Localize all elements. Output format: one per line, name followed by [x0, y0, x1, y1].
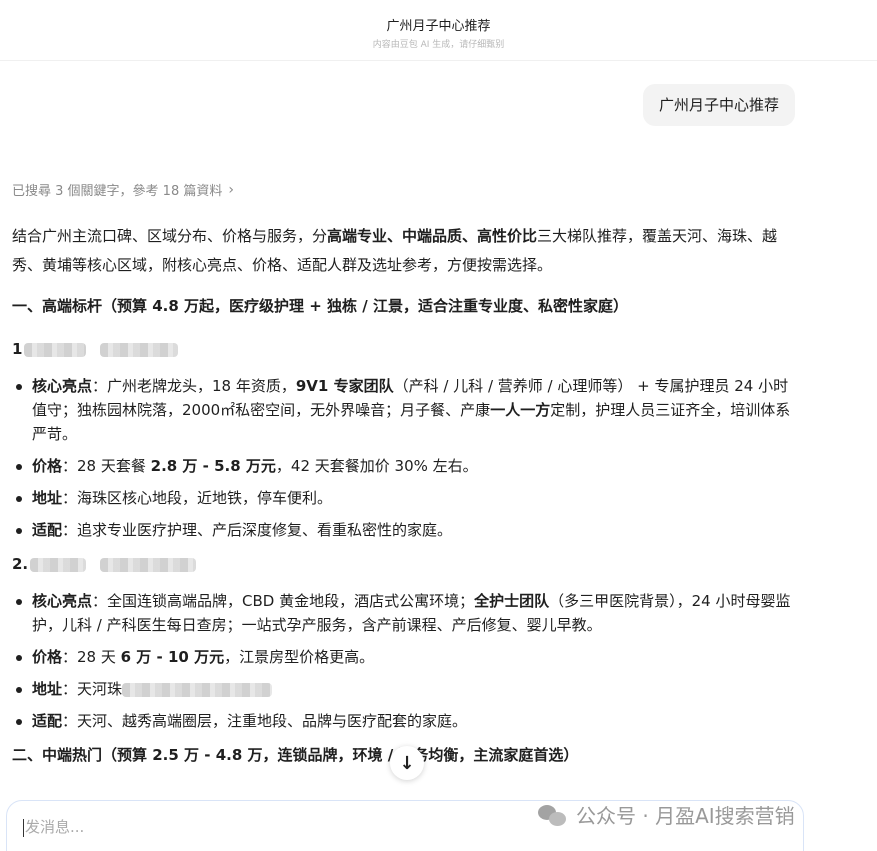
list-item: 价格：28 天 6 万 - 10 万元，江景房型价格更高。	[16, 645, 792, 669]
list-item: 适配：天河、越秀高端圈层，注重地段、品牌与医疗配套的家庭。	[16, 709, 792, 733]
ai-disclaimer: 内容由豆包 AI 生成，请仔细甄别	[372, 40, 505, 50]
watermark-text: 公众号 · 月盈AI搜索营销	[576, 804, 795, 828]
item-2-details: 核心亮点：全国连锁高端品牌，CBD 黄金地段，酒店式公寓环境；全护士团队（多三甲…	[12, 589, 792, 733]
blurred-address	[122, 682, 273, 697]
assistant-answer: 结合广州主流口碑、区域分布、价格与服务，分高端专业、中端品质、高性价比三大梯队推…	[12, 222, 792, 770]
arrow-down-icon: ↓	[399, 752, 415, 774]
blurred-name	[30, 557, 87, 572]
search-references-text: 已搜尋 3 個關鍵字，參考 18 篇資料	[12, 184, 223, 199]
list-item: 核心亮点：广州老牌龙头，18 年资质，9V1 专家团队（产科 / 儿科 / 营养…	[16, 374, 792, 446]
message-input[interactable]	[23, 817, 527, 837]
wechat-icon	[538, 803, 568, 827]
blurred-name	[100, 557, 197, 572]
item-number: 2.	[12, 555, 29, 573]
item-1-details: 核心亮点：广州老牌龙头，18 年资质，9V1 专家团队（产科 / 儿科 / 营养…	[12, 374, 792, 542]
answer-intro: 结合广州主流口碑、区域分布、价格与服务，分高端专业、中端品质、高性价比三大梯队推…	[12, 227, 778, 274]
scroll-to-bottom-button[interactable]: ↓	[390, 746, 424, 780]
chevron-right-icon: ›	[228, 181, 234, 198]
search-references-link[interactable]: 已搜尋 3 個關鍵字，參考 18 篇資料 ›	[12, 180, 234, 200]
list-item: 适配：追求专业医疗护理、产后深度修复、看重私密性的家庭。	[16, 518, 792, 542]
chat-title: 广州月子中心推荐	[386, 19, 491, 34]
list-item: 地址：海珠区核心地段，近地铁，停车便利。	[16, 486, 792, 510]
section-heading-high-end: 一、高端标杆（预算 4.8 万起，医疗级护理 + 独栋 / 江景，适合注重专业度…	[12, 297, 628, 315]
list-item: 核心亮点：全国连锁高端品牌，CBD 黄金地段，酒店式公寓环境；全护士团队（多三甲…	[16, 589, 792, 637]
item-number: 1	[12, 340, 23, 358]
blurred-name	[24, 342, 87, 357]
item-heading-1: 1	[12, 335, 792, 364]
item-heading-2: 2.	[12, 550, 792, 579]
user-message-bubble: 广州月子中心推荐	[642, 84, 795, 126]
watermark: 公众号 · 月盈AI搜索营销	[538, 800, 795, 829]
list-item: 价格：28 天套餐 2.8 万 - 5.8 万元，42 天套餐加价 30% 左右…	[16, 454, 792, 478]
list-item: 地址：天河珠	[16, 677, 792, 701]
chat-header: 广州月子中心推荐 内容由豆包 AI 生成，请仔细甄别	[0, 0, 877, 61]
blurred-name	[100, 342, 179, 357]
chat-app: 广州月子中心推荐 内容由豆包 AI 生成，请仔细甄别 广州月子中心推荐 已搜尋 …	[0, 0, 877, 851]
